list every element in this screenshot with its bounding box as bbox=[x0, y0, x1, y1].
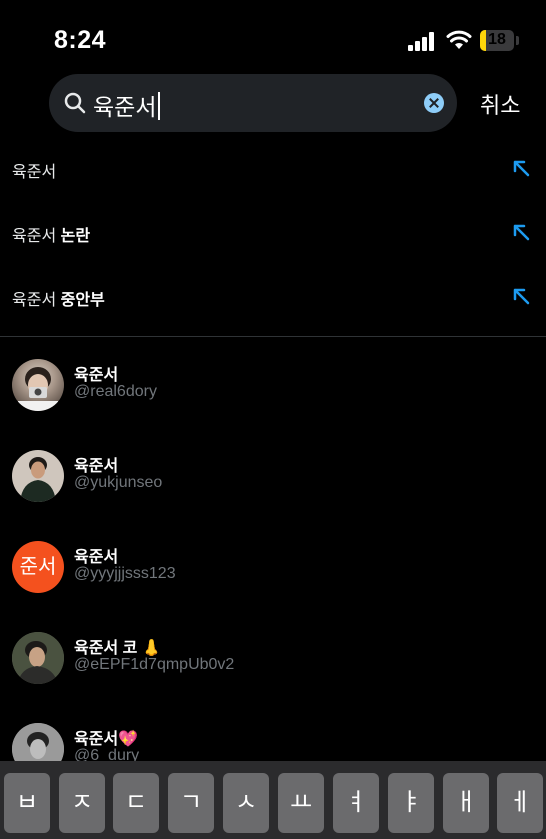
user-result[interactable]: 육준서 @yukjunseo bbox=[0, 443, 546, 533]
suggestion-base: 육준서 bbox=[12, 228, 57, 245]
suggestion-base: 육준서 bbox=[12, 164, 57, 181]
key[interactable]: ㅕ bbox=[333, 773, 379, 833]
key[interactable]: ㅈ bbox=[59, 773, 105, 833]
key[interactable]: ㅅ bbox=[223, 773, 269, 833]
key[interactable]: ㅛ bbox=[278, 773, 324, 833]
suggestion-suffix: 논란 bbox=[56, 228, 91, 245]
battery-icon: 18 bbox=[480, 30, 514, 51]
avatar-photo bbox=[20, 457, 56, 502]
avatar-photo bbox=[18, 367, 58, 411]
suggestion-base: 육준서 bbox=[12, 292, 57, 309]
divider bbox=[0, 336, 546, 337]
keyboard: ㅂ ㅈ ㄷ ㄱ ㅅ ㅛ ㅕ ㅑ ㅐ ㅔ bbox=[0, 761, 546, 839]
user-display-name: 육준서 bbox=[74, 549, 119, 566]
user-handle: @eEPF1d7qmpUb0v2 bbox=[74, 656, 235, 673]
avatar bbox=[12, 450, 64, 502]
user-result[interactable]: 준서 육준서 @yyyjjjsss123 bbox=[0, 534, 546, 624]
user-handle: @real6dory bbox=[74, 383, 157, 400]
user-handle: @yyyjjjsss123 bbox=[74, 565, 176, 582]
battery-level: 18 bbox=[488, 31, 506, 48]
avatar bbox=[12, 632, 64, 684]
cancel-button[interactable]: 취소 bbox=[480, 88, 520, 120]
wifi-icon bbox=[446, 30, 472, 49]
search-icon bbox=[64, 92, 86, 114]
key[interactable]: ㄷ bbox=[113, 773, 159, 833]
key[interactable]: ㅑ bbox=[388, 773, 434, 833]
key[interactable]: ㅐ bbox=[443, 773, 489, 833]
status-time: 8:24 bbox=[54, 26, 107, 54]
search-suggestion[interactable]: 육준서 논란 bbox=[0, 200, 546, 264]
search-input[interactable]: 육준서 bbox=[49, 74, 457, 132]
text-caret bbox=[158, 92, 161, 120]
search-results: 육준서 육준서 논란 육준서 중안부 육준서 @real6dory 육준서 @y… bbox=[0, 136, 546, 775]
search-suggestion[interactable]: 육준서 중안부 bbox=[0, 264, 546, 328]
avatar: 준서 bbox=[12, 541, 64, 593]
user-handle: @yukjunseo bbox=[74, 474, 163, 491]
arrow-up-left-icon[interactable] bbox=[511, 222, 531, 242]
key[interactable]: ㄱ bbox=[168, 773, 214, 833]
key[interactable]: ㅂ bbox=[4, 773, 50, 833]
arrow-up-left-icon[interactable] bbox=[511, 286, 531, 306]
avatar-photo bbox=[12, 632, 64, 684]
search-query: 육준서 bbox=[93, 94, 157, 120]
arrow-up-left-icon[interactable] bbox=[511, 158, 531, 178]
user-display-name: 육준서 bbox=[74, 458, 119, 475]
avatar bbox=[12, 359, 64, 411]
user-result[interactable]: 육준서 @real6dory bbox=[0, 352, 546, 442]
cellular-signal-icon bbox=[408, 32, 438, 51]
user-display-name: 육준서 코 👃 bbox=[74, 640, 162, 657]
search-suggestion[interactable]: 육준서 bbox=[0, 136, 546, 200]
user-display-name: 육준서💖 bbox=[74, 731, 139, 748]
status-bar: 8:24 18 bbox=[0, 0, 546, 74]
suggestion-suffix: 중안부 bbox=[56, 292, 105, 309]
user-result[interactable]: 육준서 코 👃 @eEPF1d7qmpUb0v2 bbox=[0, 625, 546, 715]
user-display-name: 육준서 bbox=[74, 367, 119, 384]
key[interactable]: ㅔ bbox=[497, 773, 543, 833]
clear-search-icon[interactable] bbox=[424, 93, 444, 113]
battery-cap bbox=[516, 36, 519, 45]
